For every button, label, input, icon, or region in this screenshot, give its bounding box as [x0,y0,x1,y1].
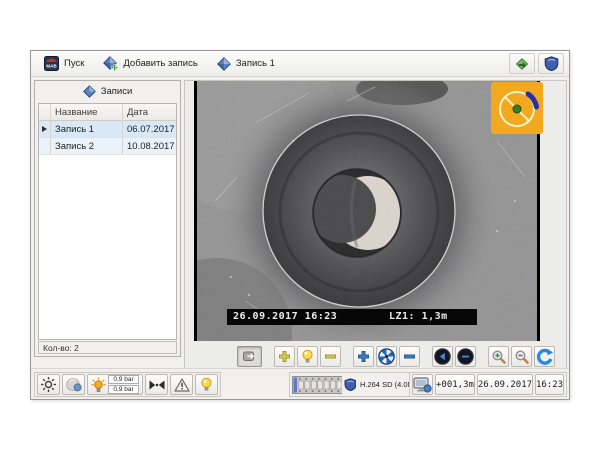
inspection-app-window: MAB Пуск Добавить запись Запись 1 Записи [30,50,570,400]
sonde-icon [148,379,166,391]
selected-row-marker [42,126,47,132]
circle-left-icon [434,348,451,365]
camera-control-toolbar [185,343,566,370]
distance-counter: +001,3m [435,374,475,395]
status-bar: 0,9 bar 0,9 bar H.264 SD (4.0MBit) [31,368,569,399]
main-toolbar: MAB Пуск Добавить запись Запись 1 [31,51,569,77]
records-count-footer: Кол-во: 2 [38,341,177,354]
circle-left-button[interactable] [432,346,453,367]
record-diamond-icon [217,57,231,71]
pressure-top-value: 0,9 bar [108,375,139,384]
records-panel-header[interactable]: Записи [35,81,180,102]
warning-button[interactable] [170,374,193,395]
circle-minus-button[interactable] [455,346,476,367]
yellow-minus-icon [324,350,337,363]
records-panel-title: Записи [101,86,133,97]
bulb-icon [200,377,213,392]
video-panel: 26.09.2017 16:23 LZ1: 1,3m [184,80,567,369]
add-record-button-label: Добавить запись [123,58,197,69]
status-counters-group: +001,3m 26.09.2017 16:23 [409,372,567,397]
monitor-icon [413,377,432,393]
iris-icon [378,348,395,365]
sonde-button[interactable] [145,374,168,395]
lamp-pressure-button[interactable]: 0,9 bar 0,9 bar [87,374,143,395]
status-left-group: 0,9 bar 0,9 bar [34,372,221,397]
camera-head-icon [65,377,83,393]
zoom-out-icon [514,349,530,365]
warning-icon [174,378,190,392]
add-record-diamond-icon [103,56,118,71]
light-minus-button[interactable] [320,346,341,367]
blue-minus-icon [403,350,416,363]
brightness-icon [40,376,57,393]
camera-head-button[interactable] [62,374,85,395]
table-row-record-1[interactable]: Запись 1 06.07.2017 [39,121,176,138]
lamp-gauge-icon [91,377,106,393]
monitor-button[interactable] [412,374,433,395]
pressure-bottom-value: 0,9 bar [108,385,139,394]
export-icon [514,57,530,71]
osd-datetime: 26.09.2017 16:23 [233,311,337,322]
record-date-cell: 10.08.2017 [123,138,176,154]
camera-view[interactable]: 26.09.2017 16:23 LZ1: 1,3m [194,81,540,341]
zoom-in-button[interactable] [488,346,509,367]
reset-icon [536,348,554,366]
time-readout: 16:23 [535,374,564,395]
column-header-date[interactable]: Дата [123,104,176,120]
roll-indicator-badge [491,82,543,134]
blue-plus-icon [357,350,370,363]
iris-button[interactable] [376,346,397,367]
light-toggle-button[interactable] [297,346,318,367]
device-icon [544,56,559,71]
pipe-camera-image [197,81,537,341]
bulb-icon [301,349,314,364]
date-readout: 26.09.2017 [477,374,533,395]
zoom-in-icon [491,349,507,365]
export-button[interactable] [509,53,535,74]
codec-shield-icon [344,378,356,391]
column-header-name[interactable]: Название [51,104,123,120]
video-osd-overlay: 26.09.2017 16:23 LZ1: 1,3m [227,309,477,325]
toolbar-right-group [509,53,564,74]
brightness-button[interactable] [37,374,60,395]
record-name-cell: Запись 1 [51,121,123,137]
snapshot-button[interactable] [237,346,262,367]
osd-distance: LZ1: 1,3m [389,311,448,322]
records-diamond-icon [83,85,96,98]
record-name-cell: Запись 2 [51,138,123,154]
light-status-button[interactable] [195,374,218,395]
start-button-label: Пуск [64,58,84,69]
snapshot-icon [242,350,258,363]
record-1-button[interactable]: Запись 1 [209,54,283,74]
svg-text:MAB: MAB [46,64,57,69]
add-record-button[interactable]: Добавить запись [95,53,205,74]
focus-minus-button[interactable] [399,346,420,367]
yellow-plus-icon [278,350,291,363]
start-button[interactable]: MAB Пуск [36,53,92,74]
table-row-record-2[interactable]: Запись 2 10.08.2017 [39,138,176,155]
records-table-header: Название Дата [39,104,176,121]
record-1-button-label: Запись 1 [236,58,275,69]
reset-view-button[interactable] [534,346,555,367]
records-panel: Записи Название Дата Запись 1 06.07.2017… [34,80,181,357]
focus-plus-button[interactable] [353,346,374,367]
records-table: Название Дата Запись 1 06.07.2017 Запись… [38,103,177,340]
device-button[interactable] [538,53,564,74]
mab-logo: MAB [44,56,59,71]
record-date-cell: 06.07.2017 [123,121,176,137]
light-plus-button[interactable] [274,346,295,367]
zoom-out-button[interactable] [511,346,532,367]
film-strip-meter [292,376,342,394]
circle-minus-icon [457,348,474,365]
